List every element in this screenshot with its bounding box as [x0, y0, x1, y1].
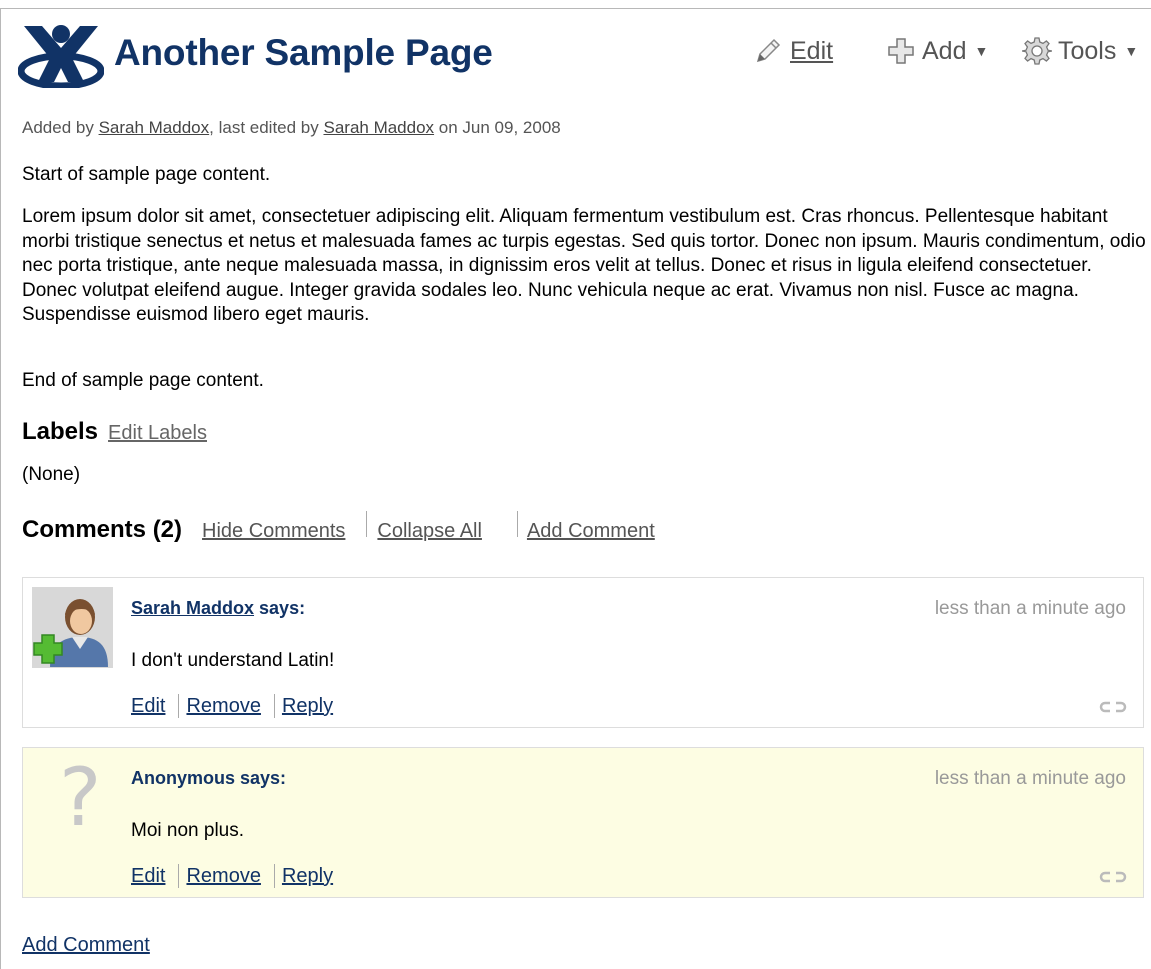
edit-labels-link[interactable]: Edit Labels [108, 422, 207, 444]
comment-timestamp: less than a minute ago [934, 598, 1126, 619]
comment-body: I don't understand Latin! [131, 650, 335, 671]
comment-edit-link[interactable]: Edit [131, 865, 165, 888]
labels-section: Labels Edit Labels [22, 418, 207, 446]
creator-link[interactable]: Sarah Maddox [99, 118, 210, 137]
comment-author-name: Anonymous [131, 768, 236, 788]
add-comment-link[interactable]: Add Comment [527, 520, 655, 543]
comment-remove-link[interactable]: Remove [186, 695, 260, 718]
tools-label: Tools [1058, 36, 1117, 65]
add-menu-button[interactable]: Add ▼ [886, 34, 988, 68]
content-body: Lorem ipsum dolor sit amet, consectetuer… [22, 206, 1146, 325]
separator [516, 511, 518, 537]
comments-heading: Comments (2) [22, 516, 183, 543]
comment-author-link[interactable]: Sarah Maddox [131, 598, 254, 618]
separator [273, 694, 275, 718]
comment-item: Sarah Maddox says: less than a minute ag… [22, 577, 1144, 728]
comment-remove-link[interactable]: Remove [186, 865, 260, 888]
chevron-down-icon: ▼ [1124, 43, 1139, 59]
edit-page-button[interactable]: Edit [752, 34, 833, 68]
plus-icon [888, 38, 914, 64]
comment-reply-link[interactable]: Reply [282, 865, 333, 888]
comment-edit-link[interactable]: Edit [131, 695, 165, 718]
permalink-icon[interactable] [1099, 700, 1127, 714]
logo-icon [18, 25, 104, 88]
labels-value: (None) [22, 464, 81, 485]
comment-actions: Edit Remove Reply [131, 864, 333, 888]
comment-actions: Edit Remove Reply [131, 694, 333, 718]
chevron-down-icon: ▼ [974, 43, 989, 59]
edit-label: Edit [790, 36, 834, 65]
collapse-all-link[interactable]: Collapse All [377, 520, 482, 543]
comment-timestamp: less than a minute ago [934, 768, 1126, 789]
tools-menu-button[interactable]: Tools ▼ [1022, 34, 1138, 68]
comment-body: Moi non plus. [131, 820, 245, 841]
add-comment-bottom-link[interactable]: Add Comment [22, 934, 150, 957]
separator [273, 864, 275, 888]
comment-item: ? Anonymous says: less than a minute ago… [22, 747, 1144, 898]
page-byline: Added by Sarah Maddox, last edited by Sa… [22, 118, 561, 137]
pencil-icon [756, 38, 781, 63]
comment-author: Anonymous says: [131, 768, 287, 788]
gear-icon [1022, 37, 1052, 65]
editor-link[interactable]: Sarah Maddox [323, 118, 434, 137]
content-intro: Start of sample page content. [22, 164, 271, 185]
comment-reply-link[interactable]: Reply [282, 695, 333, 718]
add-label: Add [922, 36, 967, 65]
anonymous-avatar-icon: ? [59, 751, 102, 844]
user-avatar-icon [32, 587, 113, 668]
labels-heading: Labels [22, 418, 99, 445]
separator [178, 694, 180, 718]
separator [178, 864, 180, 888]
separator [366, 511, 368, 537]
content-outro: End of sample page content. [22, 370, 264, 391]
comment-author: Sarah Maddox says: [131, 598, 306, 618]
page-title: Another Sample Page [114, 32, 493, 73]
permalink-icon[interactable] [1099, 870, 1127, 884]
comments-header: Comments (2) Hide Comments Collapse All … [22, 511, 655, 544]
hide-comments-link[interactable]: Hide Comments [202, 520, 345, 543]
